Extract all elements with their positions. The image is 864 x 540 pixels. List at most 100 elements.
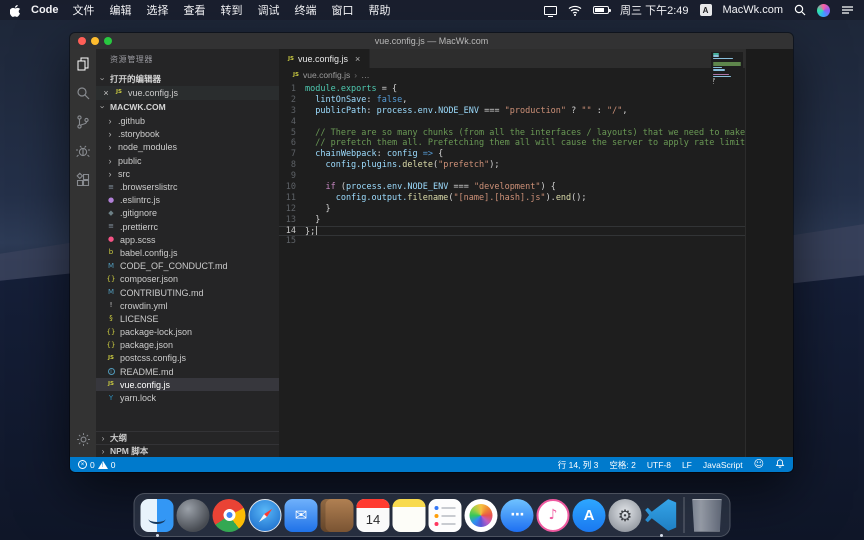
- dock-itunes-icon[interactable]: ♪: [537, 499, 570, 532]
- menu-item-3[interactable]: 查看: [184, 2, 206, 18]
- sidebar-section-0[interactable]: ›大纲: [96, 431, 279, 444]
- menu-item-5[interactable]: 调试: [258, 2, 280, 18]
- code-line-9: 9: [279, 171, 793, 182]
- settings-gear-icon[interactable]: [76, 432, 91, 447]
- file-row-CODE_OF_CONDUCT.md[interactable]: MCODE_OF_CONDUCT.md: [96, 260, 279, 273]
- file-row-.gitignore[interactable]: ◆.gitignore: [96, 207, 279, 220]
- file-row-README.md[interactable]: iREADME.md: [96, 365, 279, 378]
- extensions-icon[interactable]: [75, 172, 91, 188]
- problems-indicator[interactable]: × 0 ! 0: [78, 460, 115, 470]
- yaml-file-icon: !: [106, 301, 116, 310]
- file-row-postcss.config.js[interactable]: JSpostcss.config.js: [96, 352, 279, 365]
- js-file-icon: JS: [293, 72, 299, 78]
- file-row-vue.config.js[interactable]: JSvue.config.js: [96, 378, 279, 391]
- sidebar-explorer: 资源管理器 › 打开的编辑器 ×JSvue.config.js › MACWK.…: [96, 49, 279, 457]
- file-row-CONTRIBUTING.md[interactable]: MCONTRIBUTING.md: [96, 286, 279, 299]
- file-row-babel.config.js[interactable]: bbabel.config.js: [96, 246, 279, 259]
- menu-clock[interactable]: 周三 下午2:49: [620, 2, 688, 18]
- close-window-button[interactable]: [78, 37, 86, 45]
- file-row-composer.json[interactable]: {}composer.json: [96, 273, 279, 286]
- folder-row-.storybook[interactable]: ›.storybook: [96, 128, 279, 141]
- dock-reminders-icon[interactable]: [429, 499, 462, 532]
- spotlight-search-icon[interactable]: [794, 4, 806, 16]
- dock-safari-icon[interactable]: [249, 499, 282, 532]
- minimize-window-button[interactable]: [91, 37, 99, 45]
- window-titlebar[interactable]: vue.config.js — MacWk.com: [70, 33, 793, 49]
- tab-vue-config[interactable]: JS vue.config.js ×: [279, 49, 370, 68]
- file-row-yarn.lock[interactable]: Yyarn.lock: [96, 391, 279, 404]
- zoom-window-button[interactable]: [104, 37, 112, 45]
- code-editor[interactable]: 1module.exports = {2 lintOnSave: false,3…: [279, 82, 793, 457]
- yarn-file-icon: Y: [106, 394, 116, 403]
- menu-item-2[interactable]: 选择: [147, 2, 169, 18]
- menu-item-6[interactable]: 终端: [295, 2, 317, 18]
- open-editor-item[interactable]: ×JSvue.config.js: [96, 86, 279, 100]
- input-method-icon[interactable]: A: [700, 4, 712, 16]
- file-row-app.scss[interactable]: ●app.scss: [96, 233, 279, 246]
- status-indentation[interactable]: 空格: 2: [609, 459, 635, 471]
- folder-row-.github[interactable]: ›.github: [96, 115, 279, 128]
- breadcrumb-file[interactable]: vue.config.js: [303, 70, 350, 80]
- open-editors-section[interactable]: › 打开的编辑器: [96, 71, 279, 86]
- notifications-bell-icon[interactable]: [775, 458, 785, 471]
- folder-row-src[interactable]: ›src: [96, 167, 279, 180]
- notification-center-icon[interactable]: [841, 5, 854, 15]
- editor-scrollbar-area[interactable]: [745, 49, 793, 457]
- close-tab-icon[interactable]: ×: [355, 54, 360, 64]
- menu-item-8[interactable]: 帮助: [369, 2, 391, 18]
- sidebar-bottom-sections: ›大纲›NPM 脚本: [96, 431, 279, 457]
- siri-icon[interactable]: [817, 4, 830, 17]
- status-encoding[interactable]: UTF-8: [647, 460, 671, 470]
- dock-trash-icon[interactable]: [691, 499, 724, 532]
- dock-finder-icon[interactable]: [141, 499, 174, 532]
- battery-icon[interactable]: [593, 6, 609, 14]
- js-file-icon: JS: [288, 56, 294, 62]
- folder-row-node_modules[interactable]: ›node_modules: [96, 141, 279, 154]
- file-row-.prettierrc[interactable]: ≡.prettierrc: [96, 220, 279, 233]
- menu-items: 文件编辑选择查看转到调试终端窗口帮助: [73, 2, 391, 18]
- menu-item-4[interactable]: 转到: [221, 2, 243, 18]
- menu-item-1[interactable]: 编辑: [110, 2, 132, 18]
- screen-mirroring-icon[interactable]: [544, 6, 557, 15]
- debug-icon[interactable]: [75, 143, 91, 159]
- wifi-icon[interactable]: [568, 5, 582, 16]
- folder-row-public[interactable]: ›public: [96, 154, 279, 167]
- project-section[interactable]: › MACWK.COM: [96, 100, 279, 115]
- dock-contacts-icon[interactable]: [321, 499, 354, 532]
- explorer-icon[interactable]: [75, 56, 91, 72]
- menu-item-0[interactable]: 文件: [73, 2, 95, 18]
- status-language-mode[interactable]: JavaScript: [703, 460, 743, 470]
- dock-mail-icon[interactable]: ✉: [285, 499, 318, 532]
- search-icon[interactable]: [75, 85, 91, 101]
- dock-chrome-icon[interactable]: [213, 499, 246, 532]
- dock-notes-icon[interactable]: [393, 499, 426, 532]
- dock-vscode-icon[interactable]: [645, 499, 678, 532]
- source-control-icon[interactable]: [75, 114, 91, 130]
- dock-system-preferences-icon[interactable]: ⚙: [609, 499, 642, 532]
- file-row-.browserslistrc[interactable]: ≡.browserslistrc: [96, 180, 279, 193]
- apple-menu-icon[interactable]: [10, 4, 21, 17]
- status-eol[interactable]: LF: [682, 460, 692, 470]
- file-row-LICENSE[interactable]: §LICENSE: [96, 312, 279, 325]
- dock-launchpad-icon[interactable]: [177, 499, 210, 532]
- file-row-package-lock.json[interactable]: {}package-lock.json: [96, 326, 279, 339]
- menu-account[interactable]: MacWk.com: [723, 4, 784, 16]
- dock-photos-icon[interactable]: [465, 499, 498, 532]
- git-file-icon: ◆: [106, 209, 116, 218]
- line-number: 1: [279, 84, 305, 95]
- menu-app-name[interactable]: Code: [31, 4, 59, 16]
- minimap[interactable]: [711, 52, 743, 88]
- file-row-package.json[interactable]: {}package.json: [96, 339, 279, 352]
- sidebar-section-1[interactable]: ›NPM 脚本: [96, 444, 279, 457]
- file-row-.eslintrc.js[interactable]: ●.eslintrc.js: [96, 194, 279, 207]
- status-cursor-position[interactable]: 行 14, 列 3: [558, 459, 599, 471]
- tree-item-label: babel.config.js: [120, 248, 178, 258]
- file-row-crowdin.yml[interactable]: !crowdin.yml: [96, 299, 279, 312]
- dock-app-store-icon[interactable]: A: [573, 499, 606, 532]
- menu-item-7[interactable]: 窗口: [332, 2, 354, 18]
- dock-messages-icon[interactable]: ⋯: [501, 499, 534, 532]
- breadcrumb-more[interactable]: …: [361, 70, 370, 80]
- close-editor-icon[interactable]: ×: [102, 88, 110, 98]
- feedback-smiley-icon[interactable]: ☺: [754, 459, 764, 470]
- dock-calendar-icon[interactable]: 14: [357, 499, 390, 532]
